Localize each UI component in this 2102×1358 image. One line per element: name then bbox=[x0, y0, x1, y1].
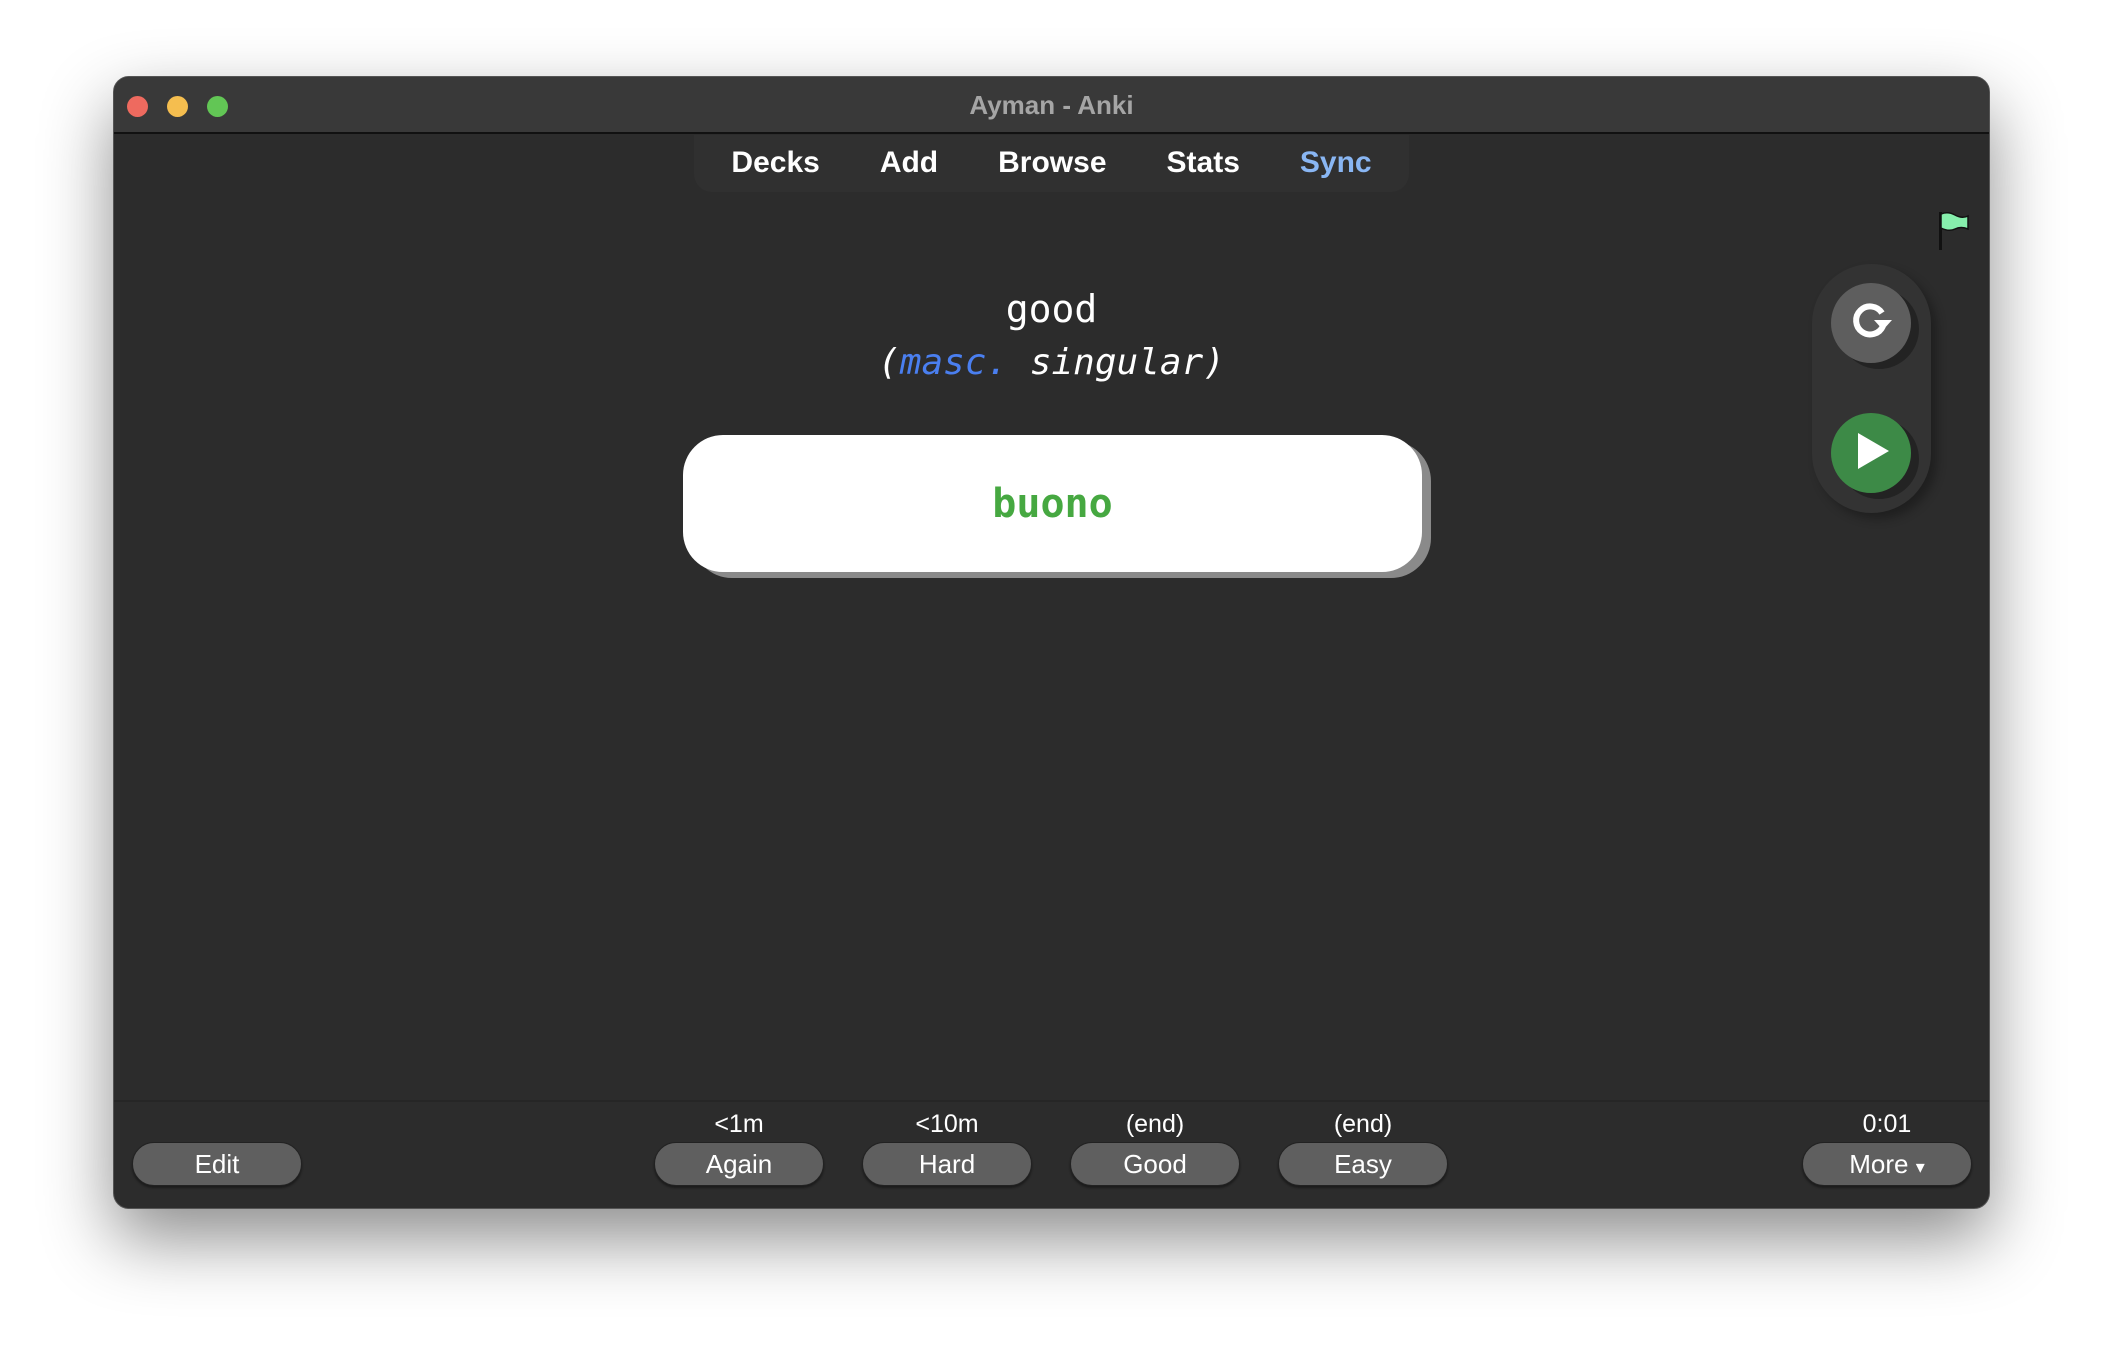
window-title: Ayman - Anki bbox=[969, 90, 1134, 120]
title-bar: Ayman - Anki bbox=[114, 77, 1989, 134]
easy-interval: (end) bbox=[1333, 1110, 1393, 1138]
replay-icon bbox=[1848, 298, 1894, 349]
nav-decks[interactable]: Decks bbox=[701, 135, 849, 192]
replay-button[interactable] bbox=[1831, 283, 1911, 363]
answer-bar: Edit <1m Again <10m Hard (end) Good (end… bbox=[114, 1100, 1989, 1208]
flag-icon bbox=[1938, 211, 1972, 256]
more-button[interactable]: More ▾ bbox=[1802, 1142, 1972, 1186]
hint-rest: singular) bbox=[1008, 342, 1225, 383]
hard-interval: <10m bbox=[915, 1110, 979, 1138]
nav-sync[interactable]: Sync bbox=[1270, 135, 1402, 192]
play-button[interactable] bbox=[1831, 413, 1911, 493]
card-hint: (masc. singular) bbox=[114, 342, 1989, 383]
more-label: More bbox=[1849, 1149, 1909, 1179]
hard-button[interactable]: Hard bbox=[862, 1142, 1032, 1186]
chevron-down-icon: ▾ bbox=[1915, 1157, 1925, 1177]
again-button[interactable]: Again bbox=[654, 1142, 824, 1186]
timer: 0:01 bbox=[1862, 1110, 1912, 1138]
hint-gender: masc. bbox=[899, 342, 1009, 383]
nav-add[interactable]: Add bbox=[850, 135, 968, 192]
nav-stats[interactable]: Stats bbox=[1137, 135, 1270, 192]
nav-browse[interactable]: Browse bbox=[968, 135, 1136, 192]
good-interval: (end) bbox=[1125, 1110, 1185, 1138]
anki-window: Ayman - Anki Decks Add Browse Stats Sync… bbox=[113, 76, 1990, 1209]
top-nav: Decks Add Browse Stats Sync bbox=[694, 135, 1409, 192]
play-icon bbox=[1849, 429, 1893, 478]
edit-button[interactable]: Edit bbox=[132, 1142, 302, 1186]
card-answer: buono bbox=[683, 435, 1422, 572]
hint-open: ( bbox=[878, 342, 900, 383]
card-front: good bbox=[1005, 287, 1098, 331]
again-interval: <1m bbox=[714, 1110, 764, 1138]
easy-button[interactable]: Easy bbox=[1278, 1142, 1448, 1186]
good-button[interactable]: Good bbox=[1070, 1142, 1240, 1186]
